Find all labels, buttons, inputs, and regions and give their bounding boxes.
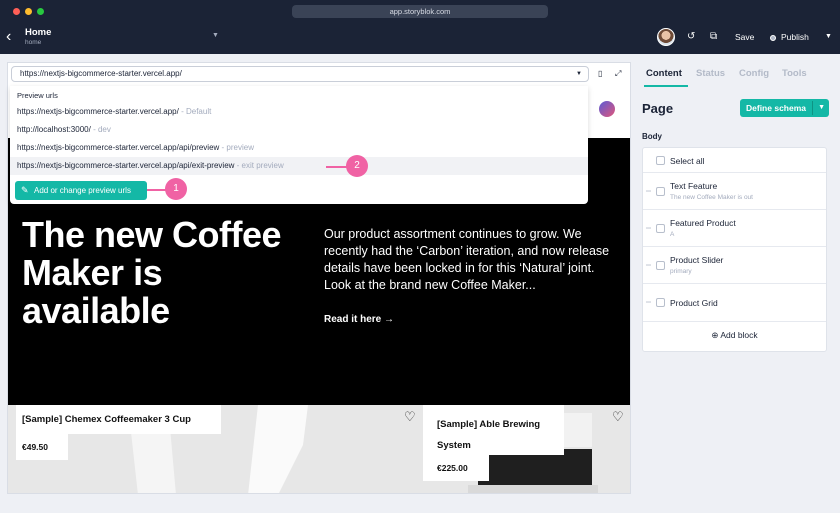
tab-config[interactable]: Config: [739, 68, 769, 79]
block-item[interactable]: ═ Product Slider primary: [643, 247, 826, 284]
option-url: https://nextjs-bigcommerce-starter.verce…: [17, 107, 179, 116]
drag-handle-icon[interactable]: ═: [646, 262, 651, 269]
product-name[interactable]: [Sample] Able Brewing System: [423, 405, 564, 455]
minimize-window-button[interactable]: [25, 8, 32, 15]
dropdown-heading: Preview urls: [17, 91, 58, 100]
heart-icon[interactable]: ♡: [612, 409, 624, 425]
save-button[interactable]: Save: [735, 32, 754, 42]
external-link-icon[interactable]: ⧉: [710, 31, 717, 43]
heart-icon[interactable]: ♡: [404, 409, 416, 425]
block-item[interactable]: ═ Product Grid: [643, 284, 826, 322]
select-all-checkbox[interactable]: [656, 156, 665, 165]
option-url: https://nextjs-bigcommerce-starter.verce…: [17, 143, 220, 152]
block-name: Featured Product: [670, 218, 736, 228]
tab-tools[interactable]: Tools: [782, 68, 807, 79]
publish-caret-icon[interactable]: ▼: [825, 33, 832, 40]
body-field-label: Body: [642, 132, 662, 141]
browser-address-bar[interactable]: app.storyblok.com: [292, 5, 548, 18]
phone-icon[interactable]: ▯: [598, 69, 602, 78]
callout-connector: [326, 166, 348, 168]
select-all-label: Select all: [670, 156, 705, 166]
define-schema-button[interactable]: Define schema ▼: [740, 99, 829, 117]
plus-circle-icon: ⊕: [711, 330, 721, 340]
preview-url-option[interactable]: https://nextjs-bigcommerce-starter.verce…: [10, 139, 588, 157]
product-row: [Sample] Chemex Coffeemaker 3 Cup €49.50…: [8, 405, 630, 493]
block-item[interactable]: ═ Featured Product A: [643, 210, 826, 247]
button-divider: [812, 101, 813, 115]
app-header: ‹ Home home ▼ ↺ ⧉ Save Publish ▼: [0, 22, 840, 54]
tab-content[interactable]: Content: [646, 68, 682, 79]
preview-urls-dropdown: Preview urls https://nextjs-bigcommerce-…: [10, 86, 588, 204]
chevron-down-icon[interactable]: ▼: [818, 99, 825, 117]
hero-read-link[interactable]: Read it here →: [324, 314, 394, 325]
option-url: https://nextjs-bigcommerce-starter.verce…: [17, 161, 235, 170]
block-name: Text Feature: [670, 181, 718, 191]
block-checkbox[interactable]: [656, 261, 665, 270]
active-tab-indicator: [644, 85, 688, 87]
panel-title: Page: [642, 101, 674, 116]
block-name: Product Slider: [670, 255, 724, 265]
drag-handle-icon[interactable]: ═: [646, 299, 651, 306]
close-window-button[interactable]: [13, 8, 20, 15]
add-preview-urls-button[interactable]: ✎ Add or change preview urls: [15, 181, 147, 200]
hero-read-link-label: Read it here: [324, 314, 382, 325]
drag-handle-icon[interactable]: ═: [646, 188, 651, 195]
arrow-right-icon: →: [384, 314, 395, 325]
drag-handle-icon[interactable]: ═: [646, 225, 651, 232]
add-block-button[interactable]: ⊕ Add block: [643, 330, 826, 341]
chevron-down-icon: ▼: [576, 71, 582, 77]
hero-text: Our product assortment continues to grow…: [324, 227, 610, 292]
block-subtitle: primary: [670, 268, 692, 275]
block-item[interactable]: ═ Text Feature The new Coffee Maker is o…: [643, 173, 826, 210]
add-block-label: Add block: [720, 330, 758, 340]
option-url: http://localhost:3000/: [17, 125, 91, 134]
expand-icon[interactable]: ⤢: [615, 69, 621, 79]
define-schema-label: Define schema: [746, 103, 806, 113]
hero-heading: The new Coffee Maker is available: [22, 214, 282, 331]
preview-url-option[interactable]: https://nextjs-bigcommerce-starter.verce…: [10, 157, 588, 175]
block-subtitle: A: [670, 231, 675, 238]
body-blocks-list: Select all ═ Text Feature The new Coffee…: [642, 147, 827, 352]
product-name-line: [Sample] Able Brewing: [437, 419, 541, 430]
content-panel: Content Status Config Tools Page Define …: [638, 54, 840, 513]
maximize-window-button[interactable]: [37, 8, 44, 15]
preview-url-value: https://nextjs-bigcommerce-starter.verce…: [20, 69, 182, 78]
product-price: €225.00: [423, 455, 489, 481]
block-subtitle: The new Coffee Maker is out: [670, 194, 753, 201]
option-note: - preview: [221, 143, 254, 152]
window-titlebar: app.storyblok.com: [0, 0, 840, 22]
select-all-row[interactable]: Select all: [643, 148, 826, 173]
product-price: €49.50: [16, 434, 68, 460]
back-chevron-icon[interactable]: ‹: [6, 29, 11, 45]
callout-badge-2: 2: [346, 155, 368, 177]
option-note: - exit preview: [236, 161, 284, 170]
product-name-line: System: [437, 440, 471, 451]
option-note: - Default: [181, 107, 212, 116]
history-icon[interactable]: ↺: [687, 31, 695, 43]
publish-status-dot: [770, 35, 776, 41]
block-name: Product Grid: [670, 298, 718, 308]
callout-connector: [147, 189, 167, 191]
preview-url-option[interactable]: https://nextjs-bigcommerce-starter.verce…: [10, 103, 588, 121]
option-note: - dev: [93, 125, 111, 134]
tab-status[interactable]: Status: [696, 68, 725, 79]
block-checkbox[interactable]: [656, 224, 665, 233]
publish-button[interactable]: Publish: [781, 32, 809, 42]
callout-badge-1: 1: [165, 178, 187, 200]
user-avatar[interactable]: [657, 28, 675, 46]
pencil-icon: ✎: [21, 185, 29, 195]
story-title: Home: [25, 27, 52, 38]
story-slug: home: [25, 39, 42, 46]
product-name[interactable]: [Sample] Chemex Coffeemaker 3 Cup: [16, 405, 221, 434]
add-preview-urls-label: Add or change preview urls: [34, 186, 131, 195]
block-checkbox[interactable]: [656, 187, 665, 196]
block-checkbox[interactable]: [656, 298, 665, 307]
preview-url-select[interactable]: https://nextjs-bigcommerce-starter.verce…: [11, 66, 589, 82]
story-menu-caret-icon[interactable]: ▼: [212, 32, 219, 39]
preview-url-option[interactable]: http://localhost:3000/ - dev: [10, 121, 588, 139]
site-avatar[interactable]: [599, 101, 615, 117]
